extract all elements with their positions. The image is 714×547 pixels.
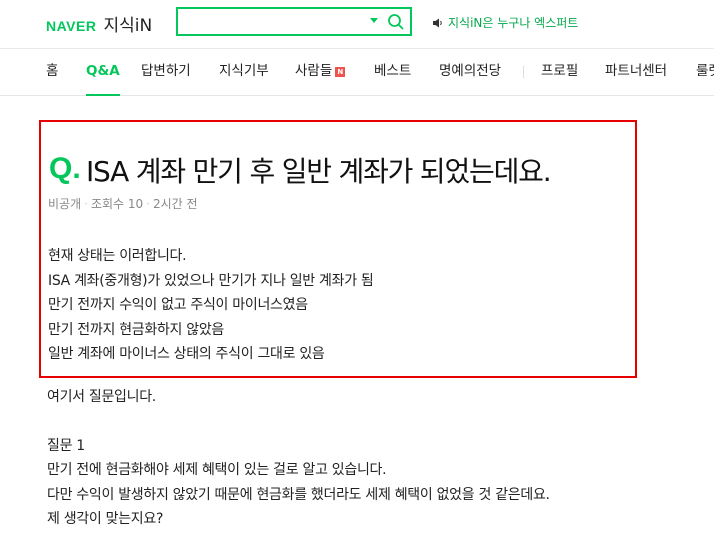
naver-kin-logo[interactable]: NAVER 지식iN: [46, 11, 152, 36]
question-body-continued: 여기서 질문입니다. 질문 1 만기 전에 현금화해야 세제 혜택이 있는 걸로…: [47, 385, 550, 531]
search-options-chevron-down-icon[interactable]: [370, 18, 378, 23]
speaker-icon: [433, 18, 442, 27]
question-views: 조회수 10: [90, 197, 144, 211]
body-line: 만기 전까지 수익이 없고 주식이 마이너스였음: [48, 297, 308, 314]
nav-people-label: 사람들: [295, 63, 333, 79]
body-line: 만기 전에 현금화해야 세제 혜택이 있는 걸로 알고 있습니다.: [47, 462, 387, 479]
promo-text: 지식iN은 누구나 엑스퍼트: [448, 16, 579, 30]
nav-answer[interactable]: 답변하기: [141, 49, 191, 96]
new-badge: N: [335, 67, 346, 77]
nav-qna[interactable]: Q&A: [86, 49, 120, 96]
search-input[interactable]: [182, 12, 362, 31]
nav-profile[interactable]: 프로필: [541, 49, 578, 96]
nav-hall-of-fame[interactable]: 명예의전당: [439, 49, 501, 96]
body-line: 제 생각이 맞는지요?: [47, 510, 164, 527]
question-mark-label: Q.: [49, 152, 81, 185]
kin-logo[interactable]: 지식iN: [103, 11, 152, 36]
header: NAVER 지식iN 지식iN은 누구나 엑스퍼트: [0, 0, 714, 48]
body-line: 현재 상태는 이러합니다.: [48, 248, 187, 264]
nav-best[interactable]: 베스트: [374, 49, 411, 96]
naver-logo[interactable]: NAVER: [46, 18, 96, 34]
nav-donate[interactable]: 지식기부: [219, 49, 269, 96]
body-line: ISA 계좌(중개형)가 있었으나 만기가 지나 일반 계좌가 됨: [48, 272, 374, 289]
question-title: ISA 계좌 만기 후 일반 계좌가 되었는데요.: [86, 155, 552, 188]
search-button[interactable]: [386, 12, 406, 32]
nav-people[interactable]: 사람들 N: [295, 49, 346, 96]
question-meta: 비공개 · 조회수 10 · 2시간 전: [48, 195, 198, 212]
meta-separator: ·: [146, 197, 150, 211]
body-line: 여기서 질문입니다.: [47, 389, 156, 405]
nav-roulette[interactable]: 룰렛: [696, 49, 714, 96]
question-body: 현재 상태는 이러합니다. ISA 계좌(중개형)가 있었으나 만기가 지나 일…: [48, 244, 374, 367]
sub-question-heading: 질문 1: [47, 437, 85, 454]
expert-promo-link[interactable]: 지식iN은 누구나 엑스퍼트: [433, 14, 578, 31]
search-icon: [388, 14, 404, 30]
meta-separator: ·: [84, 197, 88, 211]
search-box: [176, 7, 412, 36]
question-author: 비공개: [48, 197, 82, 211]
question-time: 2시간 전: [153, 197, 198, 211]
question-highlight-box: Q. ISA 계좌 만기 후 일반 계좌가 되었는데요. 비공개 · 조회수 10 ·…: [39, 120, 637, 378]
body-line: 만기 전까지 현금화하지 않았음: [48, 321, 224, 338]
nav-home[interactable]: 홈: [46, 49, 58, 96]
body-line: 일반 계좌에 마이너스 상태의 주식이 그대로 있음: [48, 346, 325, 363]
main-nav: 홈 Q&A 답변하기 지식기부 사람들 N 베스트 명예의전당 프로필 파트너센터…: [0, 48, 714, 96]
nav-divider: [523, 66, 524, 78]
body-line: 다만 수익이 발생하지 않았기 때문에 현금화를 했더라도 세제 혜택이 없었을…: [47, 486, 550, 503]
nav-partner-center[interactable]: 파트너센터: [605, 49, 667, 96]
